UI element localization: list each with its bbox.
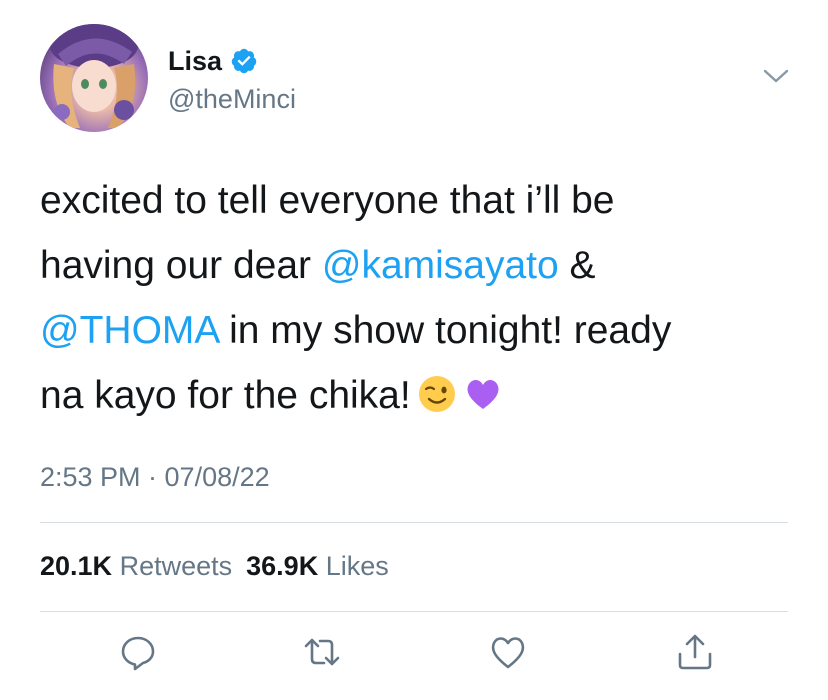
retweet-icon: [304, 638, 340, 666]
share-icon: [678, 634, 712, 670]
display-name[interactable]: Lisa: [168, 46, 222, 77]
likes-count: 36.9K: [246, 551, 319, 581]
share-button[interactable]: [675, 632, 715, 672]
author-handle[interactable]: @theMinci: [168, 84, 296, 115]
mention-link-kamisayato[interactable]: @kamisayato: [322, 244, 559, 287]
like-button[interactable]: [488, 632, 528, 672]
tweet-text-line-2: having our dear @kamisayato &: [40, 233, 800, 298]
verified-badge-icon: [231, 48, 257, 74]
mention-link-thoma[interactable]: @THOMA: [40, 309, 218, 352]
tweet-text-line-1: excited to tell everyone that i’ll be: [40, 179, 615, 222]
author-name-row: Lisa: [168, 44, 258, 78]
tweet-text-line-4: na kayo for the chika!: [40, 363, 800, 428]
purple-heart-icon: [467, 379, 499, 409]
retweets-label: Retweets: [119, 551, 233, 581]
tweet-text-line-3: @THOMA in my show tonight! ready: [40, 298, 800, 363]
winking-face-icon: [418, 376, 455, 412]
tweet-text-segment: na kayo for the chika!: [40, 374, 411, 417]
divider: [40, 522, 788, 523]
chevron-down-icon[interactable]: [762, 66, 790, 86]
tweet-text: excited to tell everyone that i’ll be ha…: [40, 168, 800, 428]
tweet-text-segment: &: [558, 244, 596, 287]
reply-button[interactable]: [118, 632, 158, 672]
avatar[interactable]: [40, 24, 148, 132]
action-bar: [0, 632, 828, 682]
tweet-stats: 20.1K Retweets 36.9K Likes: [40, 551, 389, 582]
tweet-text-segment: having our dear: [40, 244, 322, 287]
retweets-count: 20.1K: [40, 551, 113, 581]
tweet-text-segment: in my show tonight! ready: [218, 309, 672, 352]
retweet-button[interactable]: [302, 632, 342, 672]
likes-label: Likes: [325, 551, 389, 581]
tweet-timestamp[interactable]: 2:53 PM · 07/08/22: [40, 462, 270, 493]
retweets-stat[interactable]: 20.1K Retweets: [40, 551, 232, 582]
like-icon: [491, 637, 525, 669]
likes-stat[interactable]: 36.9K Likes: [246, 551, 389, 582]
reply-icon: [121, 636, 155, 671]
tweet-card: Lisa @theMinci excited to tell everyone …: [0, 0, 828, 700]
divider: [40, 611, 788, 612]
